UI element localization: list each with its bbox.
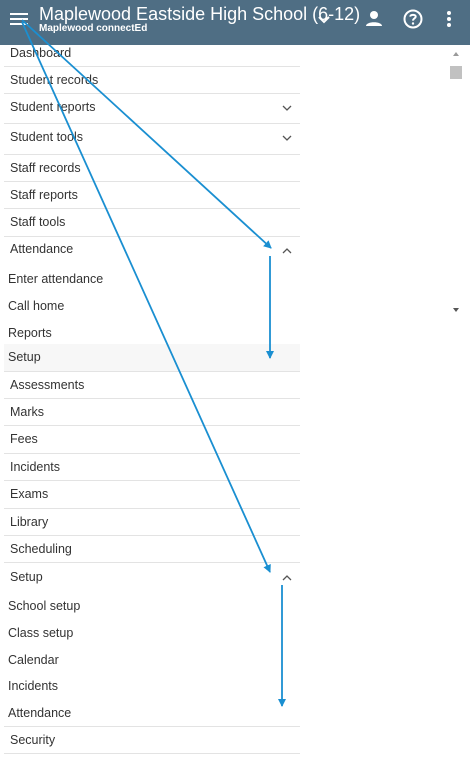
nav-item-label: Incidents (8, 679, 59, 693)
nav-item-label: Library (10, 515, 49, 529)
nav-item-label: Fees (10, 432, 38, 446)
nav-item-label: Attendance (8, 706, 72, 720)
chevron-up-icon (282, 248, 292, 254)
nav-item-staff-records[interactable]: Staff records (4, 155, 300, 182)
chevron-up-icon (282, 575, 292, 581)
nav-item-fees[interactable]: Fees (4, 426, 300, 454)
scrollbar[interactable] (448, 52, 464, 314)
scroll-down-arrow-icon[interactable] (453, 308, 459, 312)
app-subtitle: Maplewood connectEd (39, 23, 148, 34)
nav-item-label: Dashboard (10, 46, 72, 60)
nav-subitem-calendar[interactable]: Calendar (4, 647, 300, 673)
nav-subitem-incidents[interactable]: Incidents (4, 673, 300, 700)
nav-item-label: Enter attendance (8, 272, 104, 286)
nav-item-label: Incidents (10, 460, 61, 474)
nav-item-label: School setup (8, 599, 81, 613)
nav-item-student-reports[interactable]: Student reports (4, 94, 300, 124)
nav-item-label: Staff reports (10, 188, 78, 202)
nav-item-label: Staff records (10, 161, 81, 175)
nav-subitem-setup[interactable]: Setup (4, 344, 300, 372)
scroll-thumb[interactable] (450, 66, 462, 79)
nav-item-label: Reports (8, 326, 52, 340)
nav-item-security[interactable]: Security (4, 727, 300, 754)
nav-item-attendance[interactable]: Attendance (4, 237, 300, 262)
nav-subitem-enter-attendance[interactable]: Enter attendance (4, 263, 300, 290)
nav-item-dashboard[interactable]: Dashboard (4, 39, 300, 67)
nav-subitem-school-setup[interactable]: School setup (4, 593, 300, 620)
nav-item-label: Student records (10, 73, 99, 87)
nav-item-marks[interactable]: Marks (4, 399, 300, 426)
chevron-down-icon[interactable] (314, 10, 334, 30)
nav-item-assessments[interactable]: Assessments (4, 372, 300, 399)
nav-subitem-call-home[interactable]: Call home (4, 290, 300, 317)
nav-item-label: Staff tools (10, 215, 66, 229)
nav-item-staff-reports[interactable]: Staff reports (4, 182, 300, 209)
scroll-up-arrow-icon[interactable] (453, 52, 459, 56)
nav-item-student-tools[interactable]: Student tools (4, 124, 300, 155)
nav-item-label: Assessments (10, 378, 85, 392)
hamburger-menu-icon[interactable] (10, 11, 30, 31)
nav-item-label: Exams (10, 487, 49, 501)
nav-item-incidents[interactable]: Incidents (4, 454, 300, 481)
nav-item-exams[interactable]: Exams (4, 481, 300, 509)
nav-item-label: Setup (10, 570, 43, 584)
nav-item-label: Scheduling (10, 542, 72, 556)
nav-item-label: Setup (8, 350, 41, 364)
nav-item-label: Attendance (10, 242, 74, 256)
chevron-down-icon (282, 135, 292, 141)
nav-subitem-reports[interactable]: Reports (4, 317, 300, 344)
nav-item-library[interactable]: Library (4, 509, 300, 536)
chevron-down-icon (282, 105, 292, 111)
nav-subitem-attendance[interactable]: Attendance (4, 700, 300, 727)
nav-item-setup[interactable]: Setup (4, 563, 300, 590)
nav-item-label: Marks (10, 405, 45, 419)
nav-item-student-records[interactable]: Student records (4, 67, 300, 94)
nav-item-label: Call home (8, 299, 65, 313)
nav-subitem-class-setup[interactable]: Class setup (4, 620, 300, 647)
nav-item-label: Calendar (8, 653, 59, 667)
person-icon[interactable] (364, 9, 384, 29)
nav-item-label: Security (10, 733, 56, 747)
help-icon[interactable] (402, 8, 424, 30)
nav-item-scheduling[interactable]: Scheduling (4, 536, 300, 563)
nav-item-label: Student tools (10, 130, 83, 144)
school-title[interactable]: Maplewood Eastside High School (6-12) (39, 4, 360, 25)
nav-item-label: Student reports (10, 100, 96, 114)
nav-item-staff-tools[interactable]: Staff tools (4, 209, 300, 237)
more-vert-icon[interactable] (441, 8, 457, 30)
nav-item-label: Class setup (8, 626, 74, 640)
